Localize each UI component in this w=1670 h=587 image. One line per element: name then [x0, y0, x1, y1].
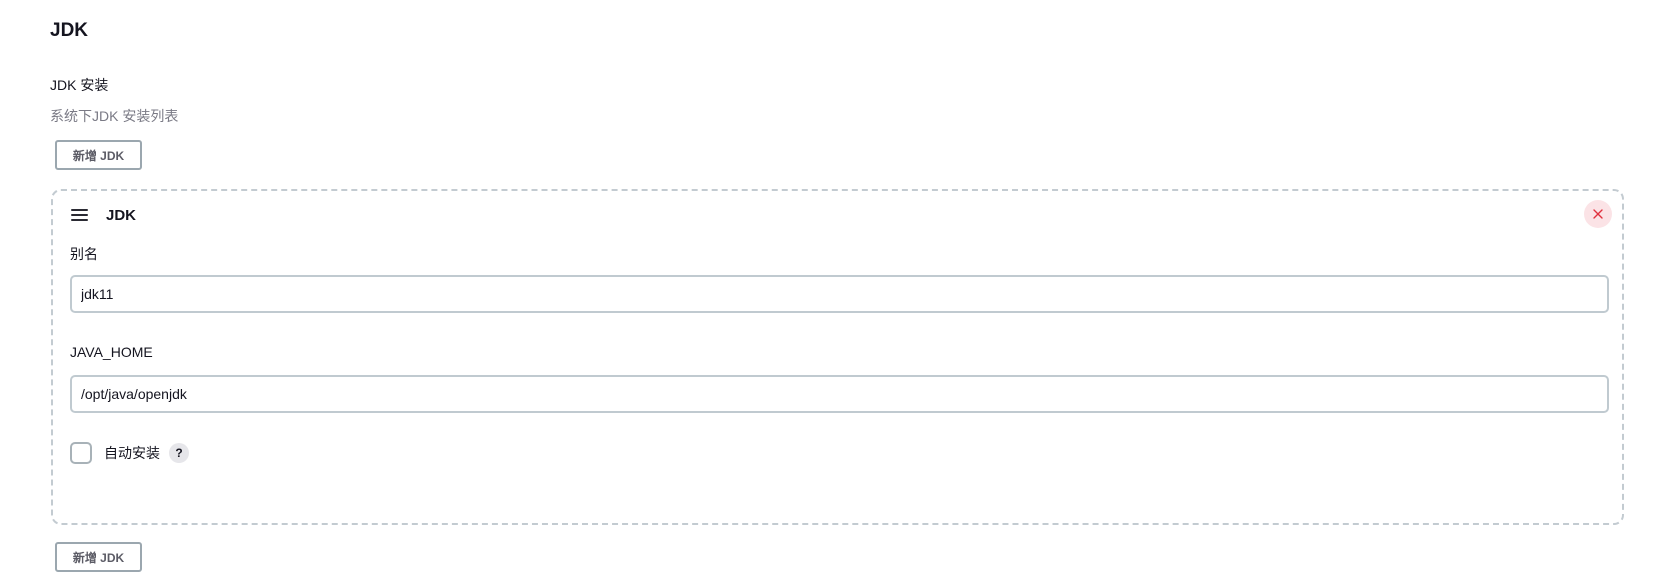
- jdk-entry-title: JDK: [106, 206, 137, 224]
- java-home-label: JAVA_HOME: [70, 344, 153, 360]
- alias-label: 别名: [70, 246, 98, 262]
- delete-jdk-button[interactable]: [1584, 200, 1612, 228]
- jdk-entry-header: JDK: [71, 203, 136, 227]
- jdk-installations-label: JDK 安装: [50, 77, 109, 93]
- hamburger-icon[interactable]: [71, 209, 88, 221]
- add-jdk-button-top[interactable]: 新增 JDK: [55, 140, 142, 170]
- alias-input[interactable]: [70, 275, 1609, 313]
- auto-install-label[interactable]: 自动安装: [104, 443, 160, 463]
- java-home-input[interactable]: [70, 375, 1609, 413]
- jdk-installation-entry: JDK 别名 JAVA_HOME 自动安装 ?: [51, 189, 1624, 525]
- auto-install-checkbox[interactable]: [70, 442, 92, 464]
- add-jdk-button-bottom[interactable]: 新增 JDK: [55, 542, 142, 572]
- help-icon[interactable]: ?: [169, 443, 189, 463]
- jdk-installations-description: 系统下JDK 安装列表: [50, 108, 179, 124]
- auto-install-row: 自动安装 ?: [70, 442, 189, 464]
- section-title: JDK: [50, 20, 89, 41]
- close-icon: [1593, 209, 1603, 219]
